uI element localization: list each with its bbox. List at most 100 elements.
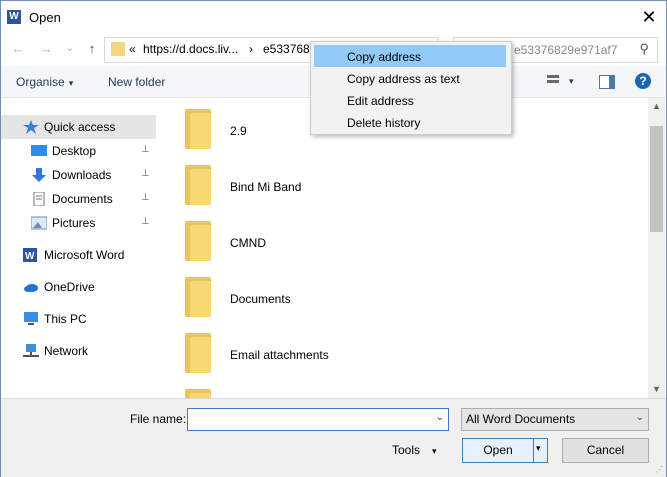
folder-icon <box>185 277 211 317</box>
vertical-scrollbar[interactable]: ▲ ▼ <box>648 98 665 398</box>
file-name-label: File name: <box>130 412 187 426</box>
folder-row[interactable]: Documents <box>158 273 648 323</box>
resize-grip-icon[interactable]: ⋰ <box>655 465 663 474</box>
word-icon: W <box>23 248 39 262</box>
preview-pane-icon[interactable] <box>599 75 615 89</box>
file-list: 2.9 Bind Mi Band CMND Documents Email at… <box>158 98 648 398</box>
scrollbar-thumb[interactable] <box>650 126 663 232</box>
nav-item-label: Network <box>44 344 89 358</box>
folder-icon <box>185 389 211 398</box>
chevron-down-icon: ▾ <box>68 78 74 88</box>
nav-item-downloads[interactable]: Downloads ⊥ <box>1 163 156 187</box>
nav-item-quick-access[interactable]: Quick access <box>1 115 156 139</box>
organise-label: Organise <box>16 75 65 89</box>
cloud-icon <box>23 280 39 294</box>
back-arrow-icon[interactable]: ← <box>9 39 27 59</box>
nav-item-onedrive[interactable]: OneDrive <box>1 275 156 299</box>
nav-item-documents[interactable]: Documents ⊥ <box>1 187 156 211</box>
cancel-label: Cancel <box>586 443 625 457</box>
nav-item-microsoft-word[interactable]: W Microsoft Word <box>1 243 156 267</box>
nav-item-this-pc[interactable]: This PC <box>1 307 156 331</box>
recent-locations-icon[interactable]: ⌄ <box>61 39 79 59</box>
document-icon <box>31 191 47 207</box>
close-icon[interactable]: ✕ <box>637 5 661 29</box>
file-type-select[interactable]: All Word Documents ⌄ <box>461 408 649 431</box>
file-name-panel: File name: ⌄ All Word Documents ⌄ Tools ▾… <box>1 398 666 477</box>
menu-item-copy-address-as-text[interactable]: Copy address as text <box>314 67 506 89</box>
chevron-down-icon: ⌄ <box>635 412 644 423</box>
tools-label: Tools <box>392 443 421 457</box>
navigation-pane: Quick access Desktop ⊥ Downloads ⊥ Docum… <box>1 98 158 398</box>
window-title: Open <box>29 10 61 25</box>
address-overflow[interactable]: « <box>129 42 136 56</box>
pin-icon[interactable]: ⊥ <box>141 168 150 179</box>
folder-icon <box>185 165 211 205</box>
address-context-menu: Copy address Copy address as text Edit a… <box>310 41 512 135</box>
file-name-input[interactable]: ⌄ <box>187 408 449 431</box>
nav-item-label: Pictures <box>52 216 96 230</box>
file-type-value: All Word Documents <box>466 412 576 426</box>
nav-item-pictures[interactable]: Pictures ⊥ <box>1 211 156 235</box>
nav-item-label: Documents <box>52 192 113 206</box>
title-bar: W Open ✕ <box>1 1 666 33</box>
open-options-icon[interactable]: ▾ <box>536 443 541 454</box>
view-menu-chevron-icon[interactable]: ▾ <box>569 76 574 87</box>
folder-icon <box>111 42 125 56</box>
tools-button[interactable]: Tools ▾ <box>392 443 437 457</box>
folder-name: CMND <box>230 236 266 250</box>
folder-row-partial[interactable] <box>158 385 648 398</box>
nav-item-label: Quick access <box>44 120 116 134</box>
pin-icon[interactable]: ⊥ <box>141 144 150 155</box>
open-dialog: W Open ✕ ← → ⌄ ↑ « https://d.docs.liv...… <box>0 0 667 477</box>
cancel-button[interactable]: Cancel <box>562 438 649 463</box>
menu-item-edit-address[interactable]: Edit address <box>314 89 506 111</box>
scroll-up-icon[interactable]: ▲ <box>648 98 665 115</box>
pictures-icon <box>30 216 48 230</box>
menu-item-copy-address[interactable]: Copy address <box>314 45 506 67</box>
pin-icon[interactable]: ⊥ <box>141 192 150 203</box>
up-arrow-icon[interactable]: ↑ <box>83 39 101 59</box>
search-icon[interactable]: ⚲ <box>639 41 649 57</box>
view-options-icon[interactable] <box>544 75 559 88</box>
menu-item-delete-history[interactable]: Delete history <box>314 111 506 133</box>
folder-icon <box>185 221 211 261</box>
forward-arrow-icon[interactable]: → <box>37 39 55 59</box>
folder-row[interactable]: CMND <box>158 217 648 267</box>
nav-item-label: Downloads <box>52 168 112 182</box>
folder-row[interactable]: Email attachments <box>158 329 648 379</box>
help-icon[interactable]: ? <box>635 73 651 89</box>
folder-name: Documents <box>230 292 291 306</box>
star-icon <box>23 120 39 134</box>
download-icon <box>31 168 47 182</box>
nav-item-desktop[interactable]: Desktop ⊥ <box>1 139 156 163</box>
desktop-icon <box>31 144 47 158</box>
menu-item-label: Delete history <box>347 116 421 130</box>
split-divider <box>533 439 534 462</box>
nav-item-label: OneDrive <box>44 280 95 294</box>
folder-row[interactable]: Bind Mi Band <box>158 161 648 211</box>
nav-item-label: This PC <box>44 312 87 326</box>
nav-item-network[interactable]: Network <box>1 339 156 363</box>
open-button[interactable]: Open ▾ <box>462 438 548 463</box>
folder-icon <box>185 333 211 373</box>
folder-name: Email attachments <box>230 348 329 362</box>
nav-item-label: Desktop <box>52 144 97 158</box>
folder-name: Bind Mi Band <box>230 180 302 194</box>
address-segment[interactable]: e5337682 <box>263 42 316 56</box>
nav-item-label: Microsoft Word <box>44 248 125 262</box>
word-app-icon: W <box>7 10 21 24</box>
pin-icon[interactable]: ⊥ <box>141 216 150 227</box>
organise-button[interactable]: Organise ▾ <box>16 75 73 89</box>
address-segment[interactable]: https://d.docs.liv... <box>143 42 238 56</box>
scroll-down-icon[interactable]: ▼ <box>648 381 665 398</box>
folder-name: 2.9 <box>230 124 247 138</box>
new-folder-button[interactable]: New folder <box>108 75 165 89</box>
search-placeholder: e53376829e971af7 <box>514 43 618 57</box>
menu-item-label: Edit address <box>347 94 414 108</box>
address-separator[interactable]: › <box>249 42 253 56</box>
svg-text:W: W <box>25 251 35 262</box>
folder-icon <box>185 109 211 149</box>
chevron-down-icon[interactable]: ⌄ <box>436 412 444 423</box>
network-icon <box>23 344 39 358</box>
open-label: Open <box>483 443 513 457</box>
